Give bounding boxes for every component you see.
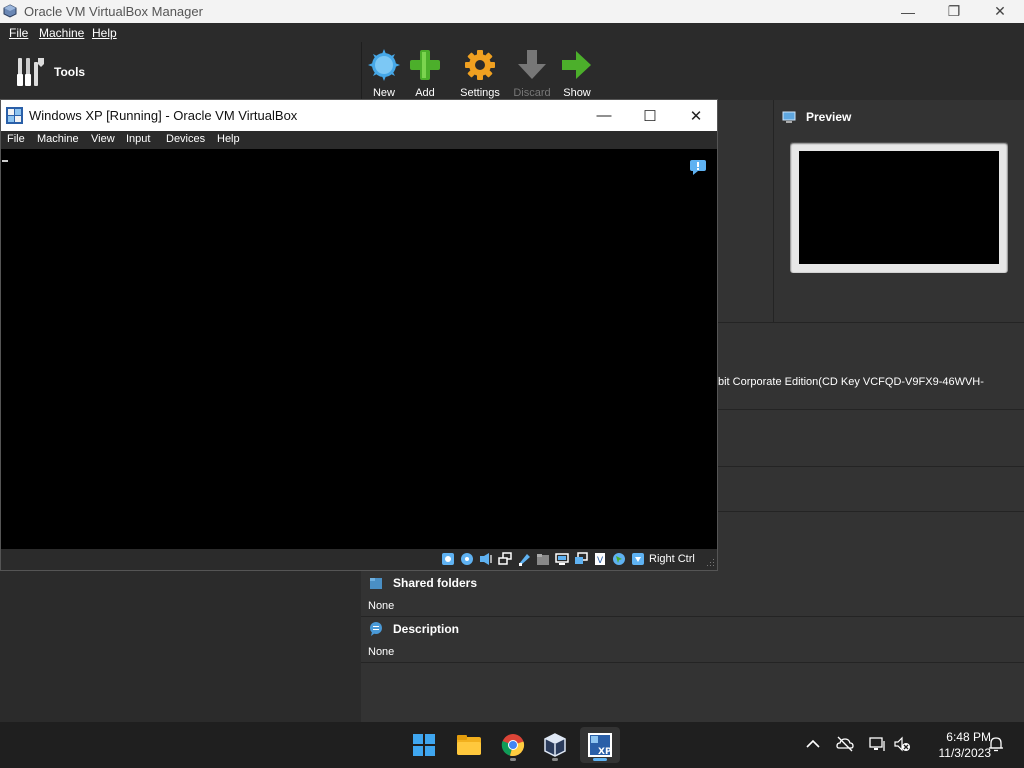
running-indicator: [552, 758, 558, 761]
minimize-button[interactable]: —: [885, 0, 931, 23]
vm-menu-machine[interactable]: Machine: [37, 133, 79, 145]
keyboard-icon[interactable]: [631, 552, 645, 566]
close-button[interactable]: ✕: [977, 0, 1023, 23]
vm-window-title: Windows XP [Running] - Oracle VM Virtual…: [29, 108, 298, 123]
network-icon[interactable]: [498, 552, 512, 566]
preview-header: Preview: [782, 110, 851, 124]
resize-grip-icon[interactable]: [705, 557, 715, 567]
shared-folders-header[interactable]: Shared folders: [369, 576, 477, 590]
windows-start-icon: [413, 734, 435, 756]
display-icon[interactable]: [555, 552, 569, 566]
vm-close-button[interactable]: ✕: [673, 100, 719, 131]
vm-window[interactable]: Windows XP [Running] - Oracle VM Virtual…: [0, 99, 718, 571]
window-title: Oracle VM VirtualBox Manager: [24, 4, 203, 19]
tools-label: Tools: [54, 65, 86, 79]
text-cursor: [2, 160, 8, 162]
notification-icon[interactable]: [690, 160, 706, 175]
taskbar-windows-xp-vm[interactable]: XP: [580, 727, 620, 763]
network-status-icon[interactable]: [868, 735, 886, 753]
description-value: None: [368, 646, 395, 658]
shared-folders-value: None: [368, 600, 395, 612]
vm-menu-devices[interactable]: Devices: [166, 133, 205, 145]
taskbar-chrome[interactable]: [493, 727, 533, 763]
taskbar-clock[interactable]: 6:48 PM 11/3/2023: [921, 729, 992, 761]
settings-gear-icon: [465, 50, 495, 80]
tools-button[interactable]: Tools: [16, 56, 85, 88]
taskbar: XP: [0, 722, 1024, 768]
manager-menubar: File Machine Help: [0, 23, 1024, 42]
chevron-up-icon[interactable]: [804, 735, 822, 753]
hard-disk-icon[interactable]: [441, 552, 455, 566]
divider: [361, 616, 1024, 617]
menu-file[interactable]: File: [9, 26, 28, 40]
vm-menu-help[interactable]: Help: [217, 133, 240, 145]
tools-icon: [17, 58, 44, 86]
menu-help[interactable]: Help: [92, 26, 117, 40]
divider: [361, 662, 1024, 663]
virtualbox-app-icon: [3, 4, 17, 18]
shared-folders-icon[interactable]: [536, 552, 550, 566]
speaker-muted-icon[interactable]: [893, 735, 911, 753]
optical-drive-icon[interactable]: [460, 552, 474, 566]
chrome-icon: [501, 734, 525, 757]
vm-menu-input[interactable]: Input: [126, 133, 150, 145]
show-label: Show: [563, 87, 591, 99]
new-icon: [368, 49, 400, 81]
vm-menu-file[interactable]: File: [7, 133, 25, 145]
windows-xp-vm-icon: XP: [588, 733, 612, 757]
vm-maximize-button[interactable]: ☐: [627, 100, 673, 131]
description-header[interactable]: Description: [369, 622, 459, 636]
audio-icon[interactable]: [479, 552, 493, 566]
vm-titlebar[interactable]: Windows XP [Running] - Oracle VM Virtual…: [1, 100, 717, 131]
preview-screen: [799, 151, 999, 264]
os-type-value: bit Corporate Edition(CD Key VCFQD-V9FX9…: [718, 376, 984, 388]
video-capture-icon[interactable]: [574, 552, 588, 566]
running-indicator: [510, 758, 516, 761]
add-plus-icon: [410, 50, 440, 80]
onedrive-offline-icon[interactable]: [836, 735, 854, 753]
add-label: Add: [415, 87, 435, 99]
maximize-button[interactable]: ❐: [931, 0, 977, 23]
clock-time: 6:48 PM: [946, 730, 991, 744]
description-title: Description: [393, 622, 460, 636]
host-key-label[interactable]: Right Ctrl: [649, 553, 695, 565]
clock-date: 11/3/2023: [938, 746, 992, 760]
file-explorer-icon: [457, 735, 481, 755]
speech-bubble-icon: [370, 622, 382, 636]
taskbar-virtualbox[interactable]: [535, 727, 575, 763]
show-arrow-right-icon: [562, 51, 591, 79]
folder-icon: [370, 578, 382, 589]
vm-display[interactable]: [1, 149, 717, 549]
usb-icon[interactable]: [517, 552, 531, 566]
vm-minimize-button[interactable]: —: [581, 100, 627, 131]
settings-label: Settings: [460, 87, 500, 99]
svg-text:XP: XP: [598, 747, 612, 757]
mouse-integration-icon[interactable]: [612, 552, 626, 566]
add-button[interactable]: Add: [397, 48, 453, 100]
virtualization-icon[interactable]: V: [593, 552, 607, 566]
windows-xp-vm-icon: [6, 107, 23, 124]
taskbar-file-explorer[interactable]: [449, 727, 489, 763]
preview-title: Preview: [806, 110, 852, 124]
svg-text:V: V: [597, 556, 604, 566]
shared-folders-title: Shared folders: [393, 576, 478, 590]
settings-button[interactable]: Settings: [452, 48, 508, 100]
vm-status-bar: V Right Ctrl: [1, 549, 717, 570]
manager-titlebar: Oracle VM VirtualBox Manager — ❐ ✕: [0, 0, 1024, 23]
vm-menu-view[interactable]: View: [91, 133, 115, 145]
show-button[interactable]: Show: [549, 48, 605, 100]
start-button[interactable]: [404, 727, 444, 763]
menu-machine[interactable]: Machine: [39, 26, 84, 40]
running-indicator: [593, 758, 607, 761]
monitor-icon: [782, 111, 796, 123]
vm-menubar: File Machine View Input Devices Help: [1, 131, 717, 149]
virtualbox-icon: [544, 733, 566, 757]
discard-arrow-down-icon: [518, 50, 546, 79]
